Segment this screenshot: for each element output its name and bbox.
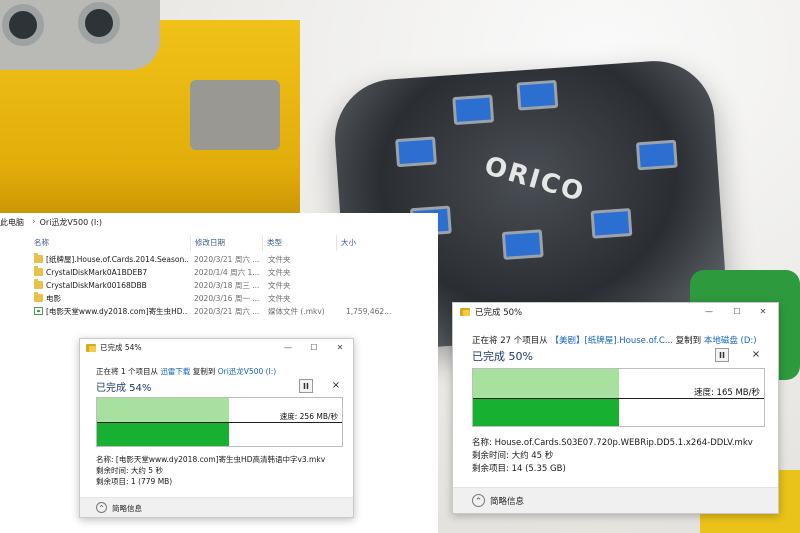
chevron-right-icon: › — [32, 217, 36, 227]
close-button[interactable]: ✕ — [750, 303, 776, 321]
usb-port — [501, 229, 544, 260]
progress-area — [97, 398, 229, 422]
speed-line — [97, 422, 342, 423]
file-name-line: 名称: [电影天堂www.dy2018.com]寄生虫HD高清韩语中字v3.mk… — [96, 455, 326, 464]
file-row[interactable]: [电影天堂www.dy2018.com]寄生虫HD... 2020/3/21 周… — [0, 305, 438, 318]
destination-link[interactable]: 本地磁盘 (D:) — [704, 336, 757, 346]
maximize-button[interactable]: ☐ — [301, 339, 327, 357]
file-row[interactable]: CrystalDiskMark00168DBB 2020/3/18 周三 ...… — [0, 279, 438, 292]
breadcrumb: 此电脑 › Ori迅龙V500 (I:) — [0, 215, 102, 229]
file-modified: 2020/3/18 周三 ... — [194, 281, 260, 290]
items-remaining-line: 剩余项目: 14 (5.35 GB) — [472, 464, 566, 474]
file-row[interactable]: 电影 2020/3/16 周一 ... 文件夹 — [0, 292, 438, 305]
chevron-up-icon[interactable]: ⌃ — [96, 502, 107, 513]
copy-status-line: 正在将 1 个项目从 迅雷下载 复制到 Ori迅龙V500 (I:) — [96, 366, 276, 377]
copy-progress-dialog-right: 已完成 50% — ☐ ✕ 正在将 27 个项目从 【美剧】[纸牌屋].Hous… — [452, 302, 779, 514]
file-type: 文件夹 — [268, 255, 291, 264]
file-name: CrystalDiskMark00168DBB — [46, 281, 147, 290]
destination-link[interactable]: Ori迅龙V500 (I:) — [218, 367, 277, 376]
file-size: 1,759,462... — [346, 307, 392, 316]
folder-copy-icon — [460, 308, 470, 316]
cancel-copy-button[interactable]: × — [749, 348, 763, 362]
close-button[interactable]: ✕ — [327, 339, 353, 357]
chevron-up-icon[interactable]: ⌃ — [472, 494, 485, 507]
file-row[interactable]: CrystalDiskMark0A1BDEB7 2020/1/4 周六 1...… — [0, 266, 438, 279]
time-remaining-line: 剩余时间: 大约 45 秒 — [472, 451, 554, 461]
file-modified: 2020/3/21 周六 ... — [194, 255, 260, 264]
robot-eye — [78, 2, 120, 44]
file-type: 文件夹 — [268, 281, 291, 290]
usb-port — [395, 136, 437, 168]
progress-heading: 已完成 54% — [96, 383, 152, 394]
time-remaining-line: 剩余时间: 大约 5 秒 — [96, 466, 163, 475]
video-file-icon — [34, 307, 43, 315]
usb-port — [452, 94, 495, 126]
file-type: 文件夹 — [268, 268, 291, 277]
status-prefix: 正在将 1 个项目从 — [96, 367, 159, 376]
copy-progress-dialog-left: 已完成 54% — ☐ ✕ 正在将 1 个项目从 迅雷下载 复制到 Ori迅龙V… — [79, 338, 354, 518]
folder-icon — [34, 253, 43, 263]
copy-to-label: 复制到 — [675, 336, 702, 346]
folder-icon — [34, 292, 43, 302]
folder-copy-icon — [86, 344, 96, 352]
minimize-button[interactable]: — — [275, 339, 301, 357]
robot-arm — [190, 80, 280, 150]
usb-port — [590, 208, 633, 239]
source-link[interactable]: 迅雷下载 — [160, 367, 190, 376]
file-type: 媒体文件 (.mkv) — [268, 307, 325, 316]
speed-readout: 速度: 165 MB/秒 — [693, 388, 760, 398]
folder-icon — [34, 266, 43, 276]
file-name: [纸牌屋].House.of.Cards.2014.Season.... — [46, 255, 188, 264]
fewer-details-toggle[interactable]: 简略信息 — [112, 503, 142, 514]
dialog-titlebar: 已完成 50% — ☐ ✕ — [453, 303, 778, 321]
source-link[interactable]: 【美剧】[纸牌屋].House.of.C... — [550, 336, 673, 346]
file-row[interactable]: [纸牌屋].House.of.Cards.2014.Season.... 202… — [0, 253, 438, 266]
progress-area — [473, 369, 619, 398]
speed-readout: 速度: 256 MB/秒 — [279, 412, 338, 421]
cancel-copy-button[interactable]: × — [329, 379, 343, 393]
dialog-titlebar: 已完成 54% — ☐ ✕ — [80, 339, 353, 357]
robot-eye — [2, 4, 44, 46]
file-modified: 2020/1/4 周六 1... — [194, 268, 260, 277]
dialog-title: 已完成 50% — [475, 308, 523, 318]
items-remaining-line: 剩余项目: 1 (779 MB) — [96, 477, 173, 486]
file-name: 电影 — [46, 294, 61, 303]
breadcrumb-this-pc[interactable]: 此电脑 — [0, 217, 24, 228]
minimize-button[interactable]: — — [696, 303, 722, 321]
usb-port — [635, 139, 678, 171]
fewer-details-toggle[interactable]: 简略信息 — [490, 495, 524, 507]
copy-to-label: 复制到 — [192, 367, 216, 376]
file-type: 文件夹 — [268, 294, 291, 303]
speed-line — [473, 398, 764, 399]
hub-logo: ORICO — [481, 150, 589, 209]
robot-head — [0, 0, 160, 70]
dialog-footer: ⌃ 简略信息 — [80, 497, 353, 517]
breadcrumb-drive[interactable]: Ori迅龙V500 (I:) — [40, 217, 102, 228]
file-name: CrystalDiskMark0A1BDEB7 — [46, 268, 148, 277]
file-modified: 2020/3/16 周一 ... — [194, 294, 260, 303]
file-name-line: 名称: House.of.Cards.S03E07.720p.WEBRip.DD… — [472, 438, 753, 448]
copy-status-line: 正在将 27 个项目从 【美剧】[纸牌屋].House.of.C... 复制到 … — [472, 334, 757, 346]
progress-heading: 已完成 50% — [472, 350, 533, 363]
column-headers: 名称 修改日期 类型 大小 — [0, 235, 438, 251]
speed-fill — [473, 398, 619, 426]
speed-fill — [97, 422, 229, 446]
pause-button[interactable]: II — [715, 348, 729, 362]
maximize-button[interactable]: ☐ — [724, 303, 750, 321]
status-prefix: 正在将 27 个项目从 — [472, 336, 548, 346]
file-list: [纸牌屋].House.of.Cards.2014.Season.... 202… — [0, 253, 438, 318]
column-size[interactable]: 大小 — [336, 235, 396, 251]
transfer-speed-graph: 速度: 165 MB/秒 — [472, 368, 765, 427]
usb-port — [516, 79, 559, 111]
transfer-speed-graph: 速度: 256 MB/秒 — [96, 397, 343, 447]
file-name: [电影天堂www.dy2018.com]寄生虫HD... — [46, 307, 188, 316]
pause-button[interactable]: II — [299, 379, 313, 393]
column-name[interactable]: 名称 — [30, 235, 190, 251]
dialog-footer: ⌃ 简略信息 — [453, 487, 778, 513]
column-modified[interactable]: 修改日期 — [190, 235, 262, 251]
file-modified: 2020/3/21 周六 ... — [194, 307, 260, 316]
column-type[interactable]: 类型 — [262, 235, 336, 251]
folder-icon — [34, 279, 43, 289]
dialog-title: 已完成 54% — [100, 343, 142, 352]
